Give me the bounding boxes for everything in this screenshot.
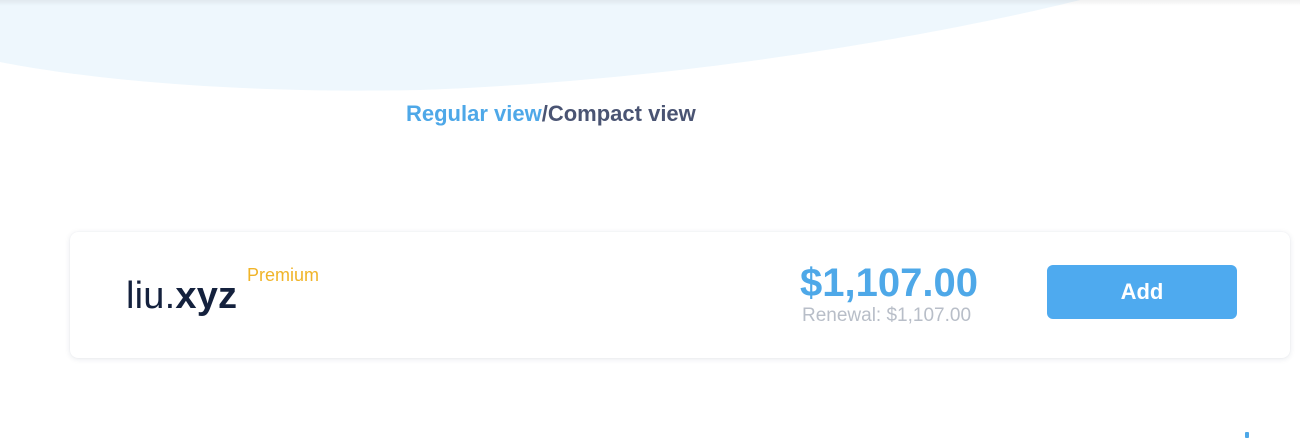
- top-shadow: [0, 0, 1300, 6]
- domain-sld: liu.: [126, 275, 176, 317]
- domain-price: $1,107.00: [800, 261, 978, 305]
- hero-wave-background: [0, 0, 1080, 91]
- domain-tld: xyz: [175, 275, 238, 317]
- add-to-cart-button[interactable]: Add: [1047, 265, 1237, 319]
- renewal-price: Renewal: $1,107.00: [802, 305, 972, 326]
- regular-view-link[interactable]: Regular view: [406, 101, 542, 126]
- premium-badge: Premium: [247, 265, 320, 285]
- domain-name: liu.xyz: [126, 274, 237, 318]
- page: Regular view/Compact view liu.xyz Premiu…: [0, 0, 1300, 438]
- view-toggle: Regular view/Compact view: [406, 100, 696, 128]
- partial-element-edge: [1245, 432, 1249, 438]
- compact-view-link[interactable]: Compact view: [548, 101, 696, 126]
- domain-result-card: liu.xyz Premium $1,107.00 Renewal: $1,10…: [70, 232, 1290, 358]
- hero-wave-shape: [0, 0, 1080, 91]
